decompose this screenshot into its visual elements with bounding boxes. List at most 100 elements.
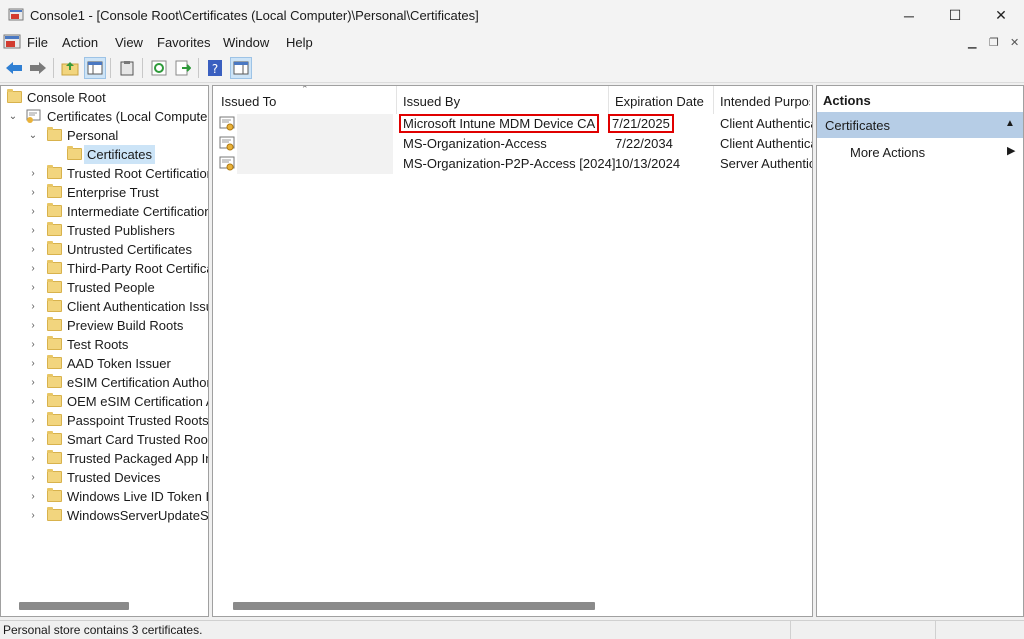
tree-item-esim-cert-authorities[interactable]: › eSIM Certification Author xyxy=(1,373,208,392)
chevron-right-icon[interactable]: › xyxy=(27,506,39,525)
menu-file[interactable]: File xyxy=(27,35,48,50)
tree-item-enterprise-trust[interactable]: › Enterprise Trust xyxy=(1,183,208,202)
menu-view[interactable]: View xyxy=(115,35,143,50)
certificate-icon xyxy=(219,136,235,151)
back-icon[interactable] xyxy=(3,57,25,79)
show-hide-console-tree-icon[interactable] xyxy=(84,57,106,79)
column-divider[interactable] xyxy=(713,86,714,114)
chevron-right-icon[interactable]: › xyxy=(27,354,39,373)
column-divider[interactable] xyxy=(608,86,609,114)
chevron-right-icon[interactable]: › xyxy=(27,240,39,259)
menu-action[interactable]: Action xyxy=(62,35,98,50)
chevron-right-icon[interactable]: › xyxy=(27,221,39,240)
child-close-icon[interactable]: ✕ xyxy=(1010,36,1019,49)
folder-icon xyxy=(47,336,62,350)
tree-item-personal[interactable]: ⌄ Personal xyxy=(1,126,208,145)
maximize-button[interactable]: ☐ xyxy=(932,0,978,31)
table-row[interactable]: Microsoft Intune MDM Device CA 7/21/2025… xyxy=(213,114,812,134)
tree-item-trusted-root[interactable]: › Trusted Root Certification xyxy=(1,164,208,183)
chevron-right-icon[interactable]: › xyxy=(27,430,39,449)
chevron-right-icon[interactable]: › xyxy=(27,392,39,411)
tree-item-aad-token-issuer[interactable]: › AAD Token Issuer xyxy=(1,354,208,373)
chevron-right-icon[interactable]: › xyxy=(27,487,39,506)
up-folder-icon[interactable] xyxy=(59,57,81,79)
menu-window[interactable]: Window xyxy=(223,35,269,50)
tree-item-trusted-publishers[interactable]: › Trusted Publishers xyxy=(1,221,208,240)
chevron-down-icon[interactable]: ⌄ xyxy=(7,107,19,126)
more-actions-label: More Actions xyxy=(850,145,926,160)
tree-label: Trusted People xyxy=(67,280,155,295)
tree-horizontal-scrollbar[interactable] xyxy=(19,602,129,610)
tree-item-passpoint[interactable]: › Passpoint Trusted Roots xyxy=(1,411,208,430)
toolbar-separator xyxy=(142,58,143,78)
tree-item-certificates-local-computer[interactable]: ⌄ Certificates (Local Computer) xyxy=(1,107,208,126)
tree-item-personal-certificates[interactable]: Certificates xyxy=(1,145,208,164)
certificate-store-icon xyxy=(26,109,41,123)
column-header-issued-to[interactable]: Issued To xyxy=(221,94,276,109)
table-row[interactable]: MS-Organization-Access 7/22/2034 Client … xyxy=(213,134,812,154)
folder-icon xyxy=(47,260,62,274)
column-header-intended-purposes[interactable]: Intended Purpos xyxy=(720,94,810,109)
child-restore-icon[interactable]: ❐ xyxy=(989,36,999,49)
child-minimize-icon[interactable]: ▁ xyxy=(968,36,976,49)
folder-icon xyxy=(47,431,62,445)
chevron-right-icon[interactable]: › xyxy=(27,468,39,487)
minimize-button[interactable]: ─ xyxy=(886,0,932,31)
tree-item-packaged-app[interactable]: › Trusted Packaged App Ins xyxy=(1,449,208,468)
chevron-right-icon[interactable]: › xyxy=(27,297,39,316)
show-hide-action-pane-icon[interactable] xyxy=(230,57,252,79)
tree-label: WindowsServerUpdateSer xyxy=(67,508,209,523)
tree-item-wsus[interactable]: › WindowsServerUpdateSer xyxy=(1,506,208,525)
menu-favorites[interactable]: Favorites xyxy=(157,35,210,50)
certificate-list-pane[interactable]: ⌃ Issued To Issued By Expiration Date In… xyxy=(212,85,813,617)
help-icon[interactable]: ? xyxy=(204,57,226,79)
column-divider[interactable] xyxy=(396,86,397,114)
forward-icon[interactable] xyxy=(27,57,49,79)
tree-item-windows-live-id[interactable]: › Windows Live ID Token Is xyxy=(1,487,208,506)
tree-item-oem-esim[interactable]: › OEM eSIM Certification A xyxy=(1,392,208,411)
chevron-right-icon[interactable]: › xyxy=(27,373,39,392)
tree-item-trusted-devices[interactable]: › Trusted Devices xyxy=(1,468,208,487)
chevron-right-icon[interactable]: › xyxy=(27,259,39,278)
more-actions-item[interactable]: More Actions ▶ xyxy=(817,140,1023,164)
export-list-icon[interactable] xyxy=(172,57,194,79)
folder-icon xyxy=(47,241,62,255)
chevron-right-icon[interactable]: › xyxy=(27,411,39,430)
chevron-right-icon[interactable]: › xyxy=(27,335,39,354)
tree-item-intermediate[interactable]: › Intermediate Certification xyxy=(1,202,208,221)
tree-item-third-party-root[interactable]: › Third-Party Root Certificat xyxy=(1,259,208,278)
tree-label: Windows Live ID Token Is xyxy=(67,489,209,504)
console-icon[interactable] xyxy=(3,33,21,51)
tree-item-client-auth-issuers[interactable]: › Client Authentication Issu xyxy=(1,297,208,316)
chevron-right-icon[interactable]: › xyxy=(27,449,39,468)
actions-section-certificates[interactable]: Certificates ▲ xyxy=(817,112,1023,138)
tree-item-preview-build-roots[interactable]: › Preview Build Roots xyxy=(1,316,208,335)
table-row[interactable]: MS-Organization-P2P-Access [2024] 10/13/… xyxy=(213,154,812,174)
clipboard-icon[interactable] xyxy=(116,57,138,79)
list-horizontal-scrollbar[interactable] xyxy=(233,602,595,610)
actions-title: Actions xyxy=(823,93,871,108)
tree-item-console-root[interactable]: Console Root xyxy=(1,88,208,107)
tree-item-trusted-people[interactable]: › Trusted People xyxy=(1,278,208,297)
console-tree-pane[interactable]: Console Root ⌄ Certificates (Local Compu… xyxy=(0,85,209,617)
chevron-right-icon[interactable]: › xyxy=(27,316,39,335)
tree-label: Preview Build Roots xyxy=(67,318,184,333)
tree-item-untrusted[interactable]: › Untrusted Certificates xyxy=(1,240,208,259)
tree-label: Test Roots xyxy=(67,337,129,352)
expiration-cell: 7/22/2034 xyxy=(615,136,673,151)
collapse-arrow-icon[interactable]: ▲ xyxy=(1005,118,1015,129)
chevron-down-icon[interactable]: ⌄ xyxy=(27,126,39,145)
chevron-right-icon[interactable]: › xyxy=(27,164,39,183)
tree-item-smart-card[interactable]: › Smart Card Trusted Roots xyxy=(1,430,208,449)
folder-icon xyxy=(47,279,62,293)
purpose-cell: Client Authentica xyxy=(720,136,812,151)
chevron-right-icon[interactable]: › xyxy=(27,202,39,221)
column-header-issued-by[interactable]: Issued By xyxy=(403,94,460,109)
tree-item-test-roots[interactable]: › Test Roots xyxy=(1,335,208,354)
menu-help[interactable]: Help xyxy=(286,35,313,50)
chevron-right-icon[interactable]: › xyxy=(27,278,39,297)
refresh-icon[interactable] xyxy=(148,57,170,79)
chevron-right-icon[interactable]: › xyxy=(27,183,39,202)
close-button[interactable]: ✕ xyxy=(978,0,1024,31)
column-header-expiration-date[interactable]: Expiration Date xyxy=(615,94,704,109)
